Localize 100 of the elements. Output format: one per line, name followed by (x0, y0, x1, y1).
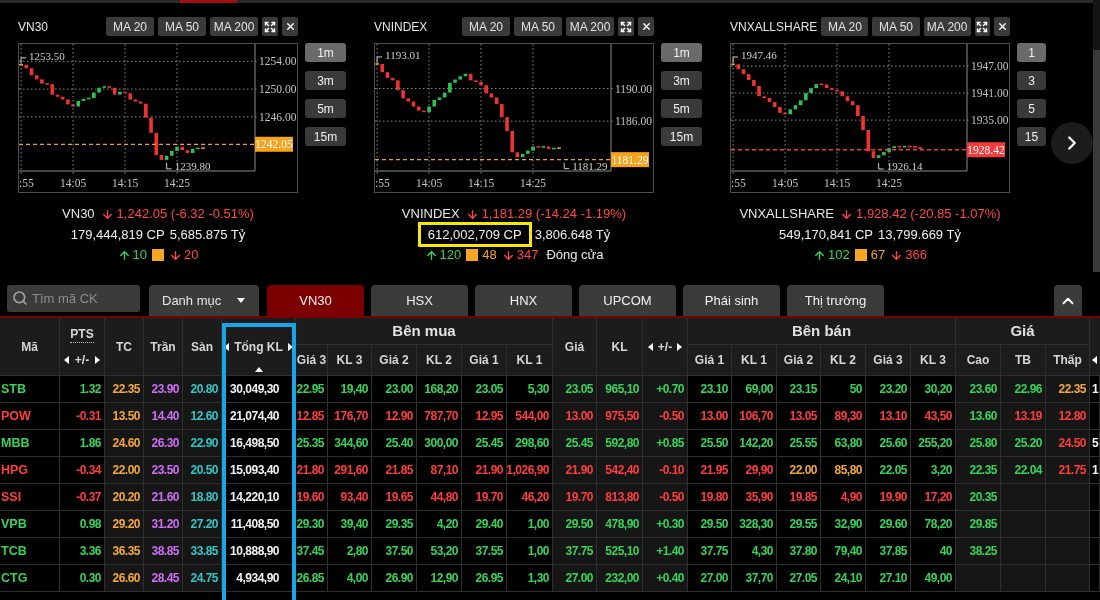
ma-button[interactable]: MA 50 (158, 17, 206, 36)
unchanged-count: 48 (482, 246, 497, 264)
scrollbar-thumb[interactable] (1093, 50, 1100, 272)
timeframe-button[interactable]: 1m (305, 43, 346, 62)
table-cell: 23.15 (777, 376, 821, 403)
ma-button[interactable]: MA 200 (566, 17, 614, 36)
ma-button[interactable]: MA 50 (514, 17, 562, 36)
close-button[interactable] (638, 17, 654, 36)
table-cell: 29.20 (105, 511, 144, 538)
caret-left-icon[interactable] (224, 342, 230, 351)
arrow-up-icon (424, 248, 438, 262)
table-cell: +0.85 (643, 430, 688, 457)
arrow-down-icon (169, 248, 182, 262)
table-cell: 69,00 (732, 376, 777, 403)
close-icon (284, 21, 296, 32)
timeframe-button[interactable]: 15 (1017, 127, 1046, 146)
table-cell: 19,40 (328, 376, 372, 403)
timeframe-button[interactable]: 15m (661, 127, 702, 146)
table-cell: 592,80 (597, 430, 643, 457)
corner-marker-icon (376, 56, 383, 64)
table-cell: 23.90 (144, 376, 183, 403)
table-cell: 26.85 (296, 565, 328, 592)
axis-label: 14:05 (59, 177, 87, 189)
table-cell: 142,20 (732, 430, 777, 457)
table-cell: -0.31 (60, 403, 105, 430)
column-header: KL 2 (426, 352, 452, 369)
table-cell: 26.60 (105, 565, 144, 592)
table-cell: 27.05 (777, 565, 821, 592)
advancers-count: 120 (439, 246, 462, 264)
market-tab[interactable]: Phái sinh (683, 285, 780, 316)
table-cell: 12.60 (183, 403, 222, 430)
table-cell: 25.80 (956, 430, 1001, 457)
expand-icon (620, 20, 632, 33)
table-cell: 1,00 (507, 538, 553, 565)
chart-title: VN30 (18, 18, 50, 36)
table-cell: 53,20 (417, 538, 462, 565)
caret-right-icon[interactable] (677, 342, 683, 351)
table-cell: 79,40 (821, 538, 866, 565)
caret-left-icon[interactable] (1092, 356, 1097, 364)
market-tab[interactable]: Thị trường (787, 285, 884, 316)
expand-icon (264, 20, 276, 33)
market-tab[interactable]: UPCOM (579, 285, 676, 316)
timeframe-button[interactable]: 3m (305, 71, 346, 90)
timeframe-button[interactable]: 3m (661, 71, 702, 90)
expand-button[interactable] (262, 17, 278, 36)
table-cell: 32,90 (821, 511, 866, 538)
caret-left-icon[interactable] (63, 356, 69, 364)
low-label: 1239.80 (174, 159, 211, 172)
table-cell: 12.90 (372, 403, 417, 430)
column-group-header: Bên bán (791, 320, 852, 341)
corner-marker-icon (878, 162, 885, 170)
ma-button[interactable]: MA 200 (210, 17, 258, 36)
arrow-up-icon (117, 248, 131, 262)
table-cell: 29.50 (553, 511, 597, 538)
caret-left-icon[interactable] (647, 342, 653, 351)
table-cell: 78,20 (911, 511, 956, 538)
market-tab[interactable]: HNX (475, 285, 572, 316)
price-label: 1928.42 (967, 143, 1005, 156)
ma-button[interactable]: MA 20 (462, 17, 510, 36)
timeframe-button[interactable]: 3 (1017, 71, 1046, 90)
table-cell: 25.35 (296, 430, 328, 457)
column-header: Giá 1 (469, 352, 499, 369)
timeframe-button[interactable]: 5 (1017, 99, 1046, 118)
ma-button[interactable]: MA 200 (923, 17, 971, 36)
expand-button[interactable] (618, 17, 634, 36)
close-button[interactable] (282, 17, 298, 36)
low-label: 1181.29 (572, 159, 608, 172)
ma-button[interactable]: MA 20 (821, 17, 869, 36)
index-change: 1,181.29 (-14.24 -1.19%) (481, 205, 627, 223)
table-cell: 23.05 (462, 376, 507, 403)
market-tab[interactable]: VN30 (267, 285, 364, 316)
axis-label: 14:25 (519, 177, 547, 189)
timeframe-button[interactable]: 1m (661, 43, 702, 62)
table-cell: 27.00 (688, 565, 732, 592)
table-cell: 25.55 (777, 430, 821, 457)
corner-marker-icon (563, 162, 570, 170)
table-cell: 37.80 (777, 538, 821, 565)
table-cell: 39,40 (328, 511, 372, 538)
market-tab[interactable]: HSX (371, 285, 468, 316)
table-cell: 36.35 (105, 538, 144, 565)
table-cell: 23.50 (144, 457, 183, 484)
scrollbar[interactable] (1093, 0, 1100, 272)
column-header: Cao (966, 352, 990, 369)
timeframe-button[interactable]: 5m (305, 99, 346, 118)
category-dropdown[interactable]: Danh mục (149, 285, 259, 316)
collapse-button[interactable] (1054, 285, 1082, 316)
ma-button[interactable]: MA 20 (106, 17, 154, 36)
column-header: KL 3 (920, 352, 946, 369)
next-button[interactable] (1051, 122, 1093, 164)
search-field[interactable]: Tìm mã CK (7, 285, 140, 312)
timeframe-button[interactable]: 1 (1017, 43, 1046, 62)
timeframe-button[interactable]: 5m (661, 99, 702, 118)
caret-right-icon[interactable] (287, 342, 293, 351)
caret-right-icon[interactable] (95, 356, 101, 364)
close-button[interactable] (994, 17, 1010, 36)
timeframe-button[interactable]: 15m (305, 127, 346, 146)
table-cell: -0.34 (60, 457, 105, 484)
ma-button[interactable]: MA 50 (872, 17, 920, 36)
table-cell: CTG (0, 565, 60, 592)
expand-button[interactable] (974, 17, 991, 36)
